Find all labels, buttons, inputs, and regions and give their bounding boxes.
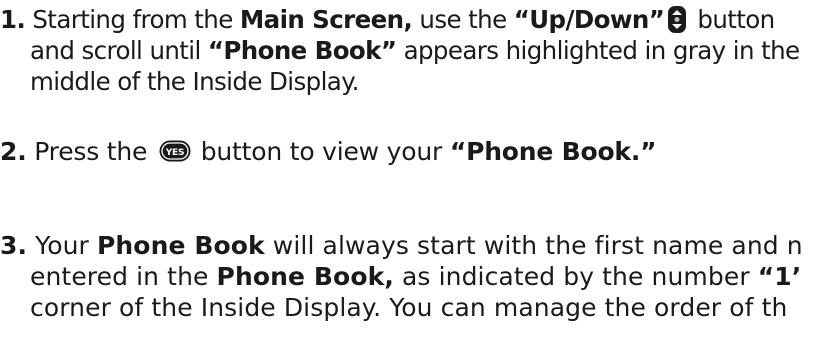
step-bold-text: Phone Book, xyxy=(216,262,394,291)
step-bold-text: Main Screen, xyxy=(239,5,413,34)
step-number: 3. xyxy=(0,231,28,260)
step-bold-text: “Phone Book.” xyxy=(449,137,657,166)
step-bold-text: “Phone Book” xyxy=(207,36,397,65)
step-text: Press the xyxy=(26,137,155,166)
step-text: middle of the Inside Display. xyxy=(30,67,359,96)
step-text: use the xyxy=(412,5,514,34)
step-text: Your xyxy=(27,231,97,260)
step-text: button to view your xyxy=(192,137,450,166)
step-bold-text: “1’ xyxy=(757,262,802,291)
step-text: corner of the Inside Display. You can ma… xyxy=(30,293,788,322)
yes-icon-label: YES xyxy=(165,148,185,158)
step-text: will always start with the first name an… xyxy=(264,231,803,260)
step-text: as indicated by the number xyxy=(393,262,758,291)
step-1: 1. Starting from the Main Screen, use th… xyxy=(0,4,800,97)
step-text: button xyxy=(690,5,775,34)
step-text: Starting from the xyxy=(32,5,240,34)
yes-button-icon: YES xyxy=(159,138,191,162)
step-text: appears highlighted in gray in the xyxy=(396,36,801,65)
step-line: corner of the Inside Display. You can ma… xyxy=(0,292,803,323)
step-bold-text: Phone Book xyxy=(96,231,265,260)
step-number: 2. xyxy=(0,137,27,166)
step-text: entered in the xyxy=(30,262,217,291)
step-line: and scroll until “Phone Book” appears hi… xyxy=(0,35,800,66)
step-line: middle of the Inside Display. xyxy=(0,66,800,97)
up-down-button-icon xyxy=(668,6,687,33)
step-text: and scroll until xyxy=(30,36,208,65)
step-3: 3. Your Phone Book will always start wit… xyxy=(0,230,803,323)
step-bold-text: “Up/Down” xyxy=(513,5,665,34)
step-2: 2. Press the YES button to view your “Ph… xyxy=(0,136,657,167)
step-number: 1. xyxy=(0,5,26,34)
step-line: entered in the Phone Book, as indicated … xyxy=(0,261,803,292)
